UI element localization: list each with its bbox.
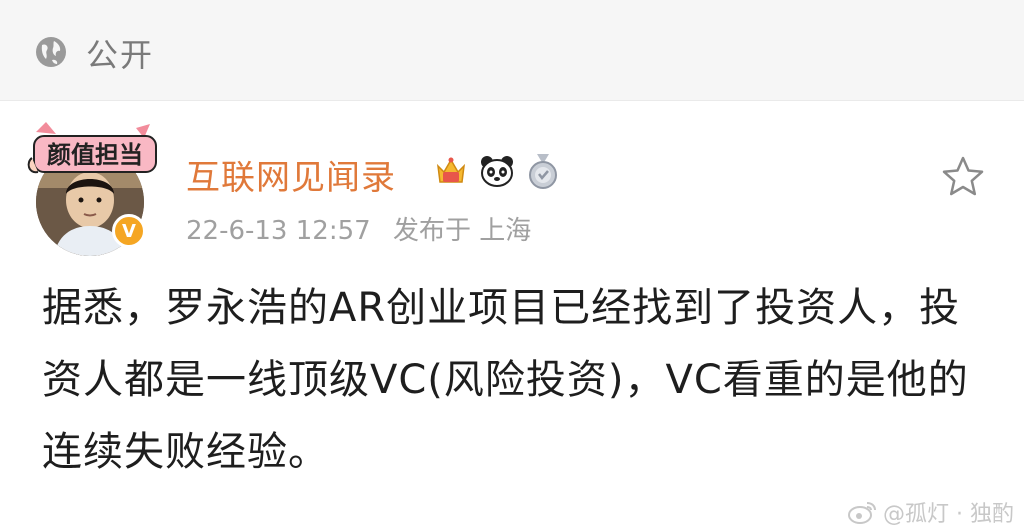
post-body-text: 据悉，罗永浩的AR创业项目已经找到了投资人，投资人都是一线顶级VC(风险投资)，… xyxy=(42,285,969,475)
post-location: 发布于 上海 xyxy=(392,216,532,246)
visibility-bar[interactable]: 公开 xyxy=(0,0,1024,101)
avatar-sticker: 颜值担当 xyxy=(27,122,157,174)
avatar-sticker-text: 颜值担当 xyxy=(47,141,143,169)
panda-badge-icon[interactable] xyxy=(478,152,516,190)
watermark: @孤灯 · 独酌 xyxy=(847,496,1014,528)
crown-badge-icon[interactable] xyxy=(432,152,470,190)
medal-badge-icon[interactable] xyxy=(524,152,562,190)
visibility-label: 公开 xyxy=(86,36,155,74)
post-datetime: 22-6-13 12:57 xyxy=(186,216,371,246)
author-name[interactable]: 互联网见闻录 xyxy=(186,150,396,199)
star-icon[interactable] xyxy=(940,154,986,200)
watermark-text: @孤灯 · 独酌 xyxy=(883,502,1014,527)
author-badges xyxy=(432,152,562,190)
post-meta: 22-6-13 12:57 发布于 上海 xyxy=(186,210,545,247)
weibo-logo-icon xyxy=(848,502,877,524)
verified-badge-icon: V xyxy=(112,214,146,248)
globe-icon xyxy=(36,37,66,67)
weibo-post-screen: 公开 颜值担当 V 互联网见闻录 22-6-13 12:57 发布于 上海 据悉… xyxy=(0,0,1024,532)
